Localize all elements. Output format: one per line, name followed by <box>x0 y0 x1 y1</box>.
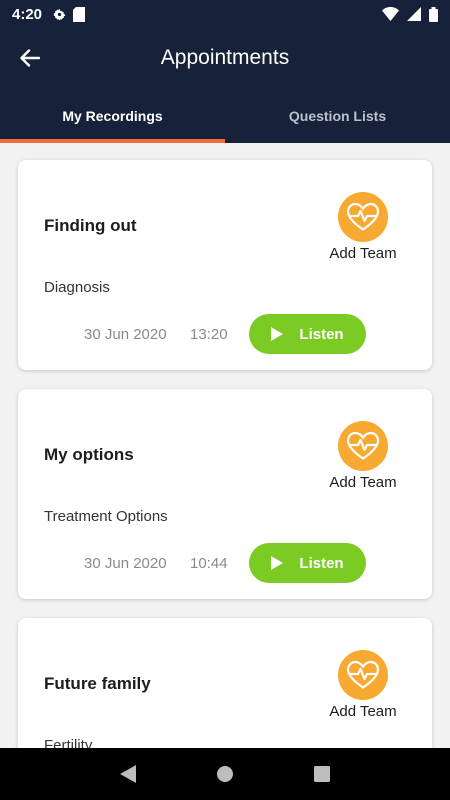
settings-icon <box>53 8 66 20</box>
recording-card[interactable]: My options Add Team Treatment Options 30… <box>18 389 432 599</box>
play-icon <box>271 327 284 341</box>
recording-title: My options <box>44 445 134 464</box>
tab-label: My Recordings <box>62 107 163 124</box>
nav-back-button[interactable] <box>116 762 140 786</box>
listen-button[interactable]: Listen <box>249 314 366 354</box>
add-team-button[interactable]: Add Team <box>318 650 408 720</box>
signal-icon <box>407 7 421 21</box>
heart-pulse-icon <box>338 421 388 471</box>
tab-question-lists[interactable]: Question Lists <box>225 88 450 143</box>
add-team-label: Add Team <box>329 474 397 491</box>
heart-pulse-icon <box>338 192 388 242</box>
tab-bar: My Recordings Question Lists <box>0 88 450 143</box>
status-time: 4:20 <box>12 5 43 23</box>
sd-card-icon <box>73 6 86 22</box>
recording-time: 13:20 <box>190 326 228 343</box>
heart-pulse-icon <box>338 650 388 700</box>
play-icon <box>271 556 284 570</box>
back-button[interactable] <box>0 28 60 88</box>
system-nav-bar <box>0 748 450 800</box>
tab-label: Question Lists <box>288 107 387 124</box>
status-bar: 4:20 <box>0 0 450 28</box>
recording-card[interactable]: Future family Add Team Fertility <box>18 618 432 748</box>
add-team-label: Add Team <box>329 703 397 720</box>
tab-my-recordings[interactable]: My Recordings <box>0 88 225 143</box>
add-team-button[interactable]: Add Team <box>318 421 408 491</box>
add-team-button[interactable]: Add Team <box>318 192 408 262</box>
listen-label: Listen <box>299 325 344 343</box>
triangle-back-icon <box>120 765 137 783</box>
listen-button[interactable]: Listen <box>249 543 366 583</box>
recording-subtitle: Diagnosis <box>44 279 110 296</box>
listen-label: Listen <box>299 554 344 572</box>
page-title: Appointments <box>160 46 290 69</box>
nav-home-button[interactable] <box>213 762 237 786</box>
recording-card[interactable]: Finding out Add Team Diagnosis 30 Jun 20… <box>18 160 432 370</box>
recording-title: Finding out <box>44 216 137 235</box>
add-team-label: Add Team <box>329 245 397 262</box>
recording-date: 30 Jun 2020 <box>84 326 167 343</box>
arrow-left-icon <box>20 49 40 67</box>
app-bar: Appointments <box>0 28 450 88</box>
recording-time: 10:44 <box>190 555 228 572</box>
battery-icon <box>429 6 438 22</box>
circle-home-icon <box>216 766 233 782</box>
nav-recents-button[interactable] <box>310 762 334 786</box>
wifi-icon <box>382 7 399 21</box>
recording-subtitle: Fertility <box>44 737 93 748</box>
recording-subtitle: Treatment Options <box>44 508 168 525</box>
recordings-list[interactable]: Finding out Add Team Diagnosis 30 Jun 20… <box>0 143 450 748</box>
recording-date: 30 Jun 2020 <box>84 555 167 572</box>
square-recents-icon <box>313 766 330 782</box>
recording-title: Future family <box>44 674 151 693</box>
